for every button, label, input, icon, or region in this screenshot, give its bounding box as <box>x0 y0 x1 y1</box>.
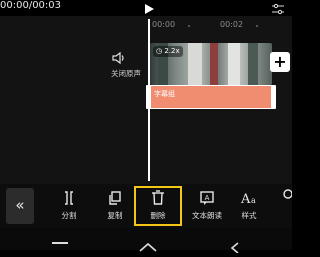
svg-text:A: A <box>240 192 251 206</box>
sliders-icon <box>272 3 284 15</box>
video-frame <box>228 43 240 85</box>
clip-speed-badge: ◷ 2.2x <box>153 46 183 57</box>
split-label: 分割 <box>61 211 77 220</box>
more-tools-partial[interactable] <box>282 188 292 224</box>
ruler-label-start: 00:00 <box>152 20 176 29</box>
play-icon <box>145 4 154 14</box>
copy-label: 复制 <box>107 211 123 220</box>
home-icon <box>139 242 157 252</box>
back-nav-button[interactable] <box>228 238 244 254</box>
time-ruler[interactable] <box>0 16 292 32</box>
video-frame <box>210 43 218 85</box>
delete-label: 删除 <box>150 211 166 220</box>
ruler-tick <box>188 25 190 27</box>
delete-button[interactable]: 删除 <box>134 186 182 226</box>
play-button[interactable] <box>142 0 156 14</box>
menu-nav-icon[interactable] <box>52 242 68 244</box>
timecode: 00:00/00:03 <box>0 0 62 11</box>
ruler-tick <box>256 25 258 27</box>
delete-icon <box>152 190 164 205</box>
text-to-speech-icon: A <box>200 191 214 205</box>
text-to-speech-label: 文本朗读 <box>192 211 222 220</box>
speed-label: 2.2x <box>164 47 180 55</box>
ruler-label-2s: 00:02 <box>220 20 244 29</box>
plus-icon: + <box>273 52 287 71</box>
svg-text:A: A <box>205 194 210 202</box>
text-clip-label: 字幕组 <box>154 90 175 98</box>
mute-original-audio-label[interactable]: 关闭原声 <box>104 68 148 79</box>
home-nav-button[interactable] <box>138 238 158 252</box>
split-button[interactable]: 分割 <box>52 188 86 224</box>
speaker-icon <box>112 51 124 65</box>
mute-original-audio-button[interactable] <box>112 50 126 65</box>
sliders-button[interactable] <box>270 0 286 15</box>
add-clip-button[interactable]: + <box>270 52 290 72</box>
text-to-speech-button[interactable]: A 文本朗读 <box>188 188 226 224</box>
more-tool-icon <box>283 189 292 199</box>
video-frame <box>248 43 258 85</box>
split-icon <box>65 191 73 205</box>
double-chevron-left-icon: « <box>15 196 25 214</box>
text-style-button[interactable]: A a 样式 <box>232 188 266 224</box>
copy-icon <box>109 191 121 205</box>
copy-button[interactable]: 复制 <box>98 188 132 224</box>
back-nav-icon <box>230 242 239 254</box>
back-button[interactable]: « <box>6 188 34 224</box>
playhead[interactable] <box>148 19 150 181</box>
text-style-icon: A a <box>240 192 256 206</box>
svg-text:a: a <box>251 196 256 205</box>
text-clip-right-handle[interactable] <box>271 85 276 109</box>
text-style-label: 样式 <box>241 211 257 220</box>
video-frame <box>188 43 202 85</box>
